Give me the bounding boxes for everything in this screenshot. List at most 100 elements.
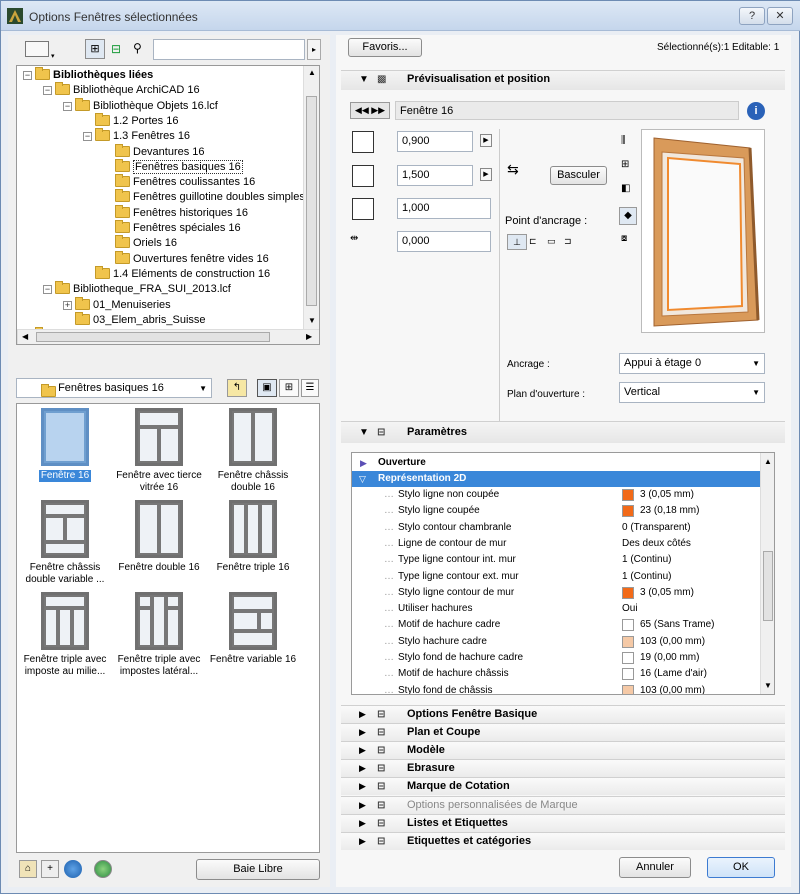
anchor-left-icon[interactable]: ⊏ <box>529 236 537 247</box>
tree-item[interactable]: Oriels 16 <box>103 235 177 250</box>
globe-icon[interactable] <box>64 860 82 878</box>
param-value[interactable]: 19 (0,00 mm) <box>640 650 699 666</box>
collapse-icon[interactable]: − <box>23 71 32 80</box>
collapse-icon[interactable]: − <box>63 101 72 111</box>
list-view-icon[interactable]: ☰ <box>301 379 319 397</box>
collapse-icon[interactable]: − <box>43 285 52 295</box>
width-field[interactable]: 0,900 <box>397 131 473 152</box>
param-value[interactable]: 16 (Lame d'air) <box>640 666 707 682</box>
object-grid-item[interactable]: Fenêtre triple 16 <box>207 500 299 574</box>
folder-select[interactable]: Fenêtres basiques 16 ▼ <box>16 378 212 398</box>
preview-section-header[interactable]: ▼ ▩ Prévisualisation et position <box>341 70 785 90</box>
view-front-icon[interactable]: ⊞ <box>621 159 629 170</box>
close-button[interactable]: ✕ <box>767 7 793 25</box>
tree-item[interactable]: +01_Menuiseries <box>63 296 171 312</box>
basculer-button[interactable]: Basculer <box>550 166 607 185</box>
collapse-icon[interactable]: − <box>43 86 52 96</box>
collapse-icon[interactable]: − <box>83 132 92 142</box>
param-row[interactable]: … Motif de hachure châssis 16 (Lame d'air) <box>352 666 762 682</box>
anchor-right-icon[interactable]: ⊐ <box>564 236 572 247</box>
pen-color-swatch[interactable] <box>622 652 634 664</box>
param-row[interactable]: … Stylo ligne contour de mur 3 (0,05 mm) <box>352 585 762 601</box>
tree-item[interactable]: 1.4 Eléments de construction 16 <box>83 265 270 281</box>
param-value[interactable]: 1 (Continu) <box>622 552 671 568</box>
favoris-button[interactable]: Favoris... <box>348 38 422 57</box>
help-button[interactable]: ? <box>739 7 765 25</box>
view-plan-icon[interactable]: ⧇ <box>621 233 627 244</box>
anchrage-select[interactable]: Appui à étage 0 ▼ <box>619 353 765 374</box>
nav-prev-next-icon[interactable]: ◀◀ ▶▶ <box>350 102 390 119</box>
param-row[interactable]: … Stylo fond de châssis 103 (0,00 mm) <box>352 683 762 694</box>
params-group-representation-2d[interactable]: ▽ Représentation 2D <box>352 471 760 487</box>
param-value[interactable]: 65 (Sans Trame) <box>640 617 714 633</box>
tree-item[interactable]: Fenêtres spéciales 16 <box>103 220 241 235</box>
param-row[interactable]: … Stylo ligne non coupée 3 (0,05 mm) <box>352 487 762 503</box>
folder-up-icon[interactable]: ↰ <box>227 379 247 397</box>
param-value[interactable]: 3 (0,05 mm) <box>640 487 694 503</box>
param-value[interactable]: 1 (Continu) <box>622 569 671 585</box>
tree-item[interactable]: − Bibliothèque ArchiCAD 16 <box>43 82 200 97</box>
param-row[interactable]: … Stylo contour chambranle 0 (Transparent) <box>352 520 762 536</box>
section-header[interactable]: ▶ ⊟ Marque de Cotation <box>341 777 785 796</box>
param-row[interactable]: … Stylo fond de hachure cadre 19 (0,00 mm) <box>352 650 762 666</box>
tree-item[interactable]: Fenêtres basiques 16 <box>103 158 243 174</box>
param-value[interactable]: 103 (0,00 mm) <box>640 634 705 650</box>
height-arrow-icon[interactable]: ▶ <box>480 168 492 181</box>
param-row[interactable]: … Stylo ligne coupée 23 (0,18 mm) <box>352 503 762 519</box>
info-icon[interactable]: i <box>747 102 765 120</box>
ok-button[interactable]: OK <box>707 857 775 878</box>
object-grid-item[interactable]: Fenêtre châssis double variable ... <box>19 500 111 586</box>
tree-item[interactable]: Devantures 16 <box>103 143 205 159</box>
section-header[interactable]: ▶ ⊟ Listes et Etiquettes <box>341 813 785 832</box>
section-header[interactable]: ▶ ⊟ Options Fenêtre Basique <box>341 705 785 723</box>
view-dropdown-icon[interactable]: ▾ <box>51 52 55 60</box>
pen-color-swatch[interactable] <box>622 505 634 518</box>
tree-item[interactable]: − Bibliotheque_FRA_SUI_2013.lcf <box>43 281 231 296</box>
add-object-icon[interactable]: + <box>41 860 59 878</box>
anchor-center-icon[interactable]: ⊥ <box>507 234 527 250</box>
pen-color-swatch[interactable] <box>622 635 634 648</box>
library-tree-icon[interactable]: ⊞ <box>85 39 105 59</box>
tree-item[interactable]: − Bibliothèques liées <box>23 67 153 82</box>
param-row[interactable]: … Type ligne contour int. mur 1 (Continu) <box>352 552 762 568</box>
object-grid-item[interactable]: Fenêtre double 16 <box>113 500 205 574</box>
pen-color-swatch[interactable] <box>622 668 634 681</box>
pen-color-swatch[interactable] <box>622 489 634 501</box>
object-grid-item[interactable]: Fenêtre triple avec impostes latéral... <box>113 592 205 678</box>
sill-height-field[interactable]: 1,000 <box>397 198 491 219</box>
param-value[interactable]: Oui <box>622 601 638 617</box>
offset-field[interactable]: 0,000 <box>397 231 491 252</box>
expand-icon[interactable]: + <box>63 300 72 310</box>
pen-color-swatch[interactable] <box>622 619 634 632</box>
section-header[interactable]: ▶ ⊟ Etiquettes et catégories <box>341 831 785 850</box>
param-value[interactable]: 3 (0,05 mm) <box>640 585 694 601</box>
library-manager-icon[interactable]: ⌂ <box>19 860 37 878</box>
tree-item[interactable]: − Bibliothèque Objets 16.lcf <box>63 97 218 113</box>
params-section-header[interactable]: ▼ ⊟ Paramètres <box>341 421 785 443</box>
cancel-button[interactable]: Annuler <box>619 857 691 878</box>
object-grid-item[interactable]: Fenêtre châssis double 16 <box>207 408 299 494</box>
search-icon[interactable]: ⚲ <box>133 41 142 55</box>
params-group-ouverture[interactable]: ▶ Ouverture <box>352 455 760 471</box>
server-library-icon[interactable]: ⊟ <box>111 42 121 56</box>
section-header[interactable]: ▶ ⊟ Options personnalisées de Marque <box>341 795 785 814</box>
param-row[interactable]: … Ligne de contour de mur Des deux côtés <box>352 536 762 552</box>
param-value[interactable]: Des deux côtés <box>622 536 691 552</box>
param-row[interactable]: … Stylo hachure cadre 103 (0,00 mm) <box>352 634 762 650</box>
param-row[interactable]: … Utiliser hachures Oui <box>352 601 762 617</box>
tree-item[interactable]: Fenêtres guillotine doubles simples <box>103 189 305 204</box>
anchor-middle-icon[interactable]: ▭ <box>547 236 556 247</box>
view-side-icon[interactable]: ◧ <box>621 183 630 194</box>
view-axon-icon[interactable]: ◆ <box>619 207 637 225</box>
width-arrow-icon[interactable]: ▶ <box>480 134 492 147</box>
pen-color-swatch[interactable] <box>622 684 634 694</box>
tree-item[interactable]: Fenêtres coulissantes 16 <box>103 174 255 189</box>
view-toggle-icon[interactable] <box>25 41 49 57</box>
opening-plan-select[interactable]: Vertical ▼ <box>619 382 765 403</box>
tree-vertical-scrollbar[interactable]: ▲ ▼ <box>303 66 319 329</box>
tree-item[interactable]: 03_Elem_abris_Suisse <box>63 311 206 327</box>
param-row[interactable]: … Motif de hachure cadre 65 (Sans Trame) <box>352 617 762 633</box>
param-value[interactable]: 103 (0,00 mm) <box>640 683 705 694</box>
tree-horizontal-scrollbar[interactable]: ◀ ▶ <box>17 329 319 344</box>
object-grid-item[interactable]: Fenêtre 16 <box>19 408 111 482</box>
